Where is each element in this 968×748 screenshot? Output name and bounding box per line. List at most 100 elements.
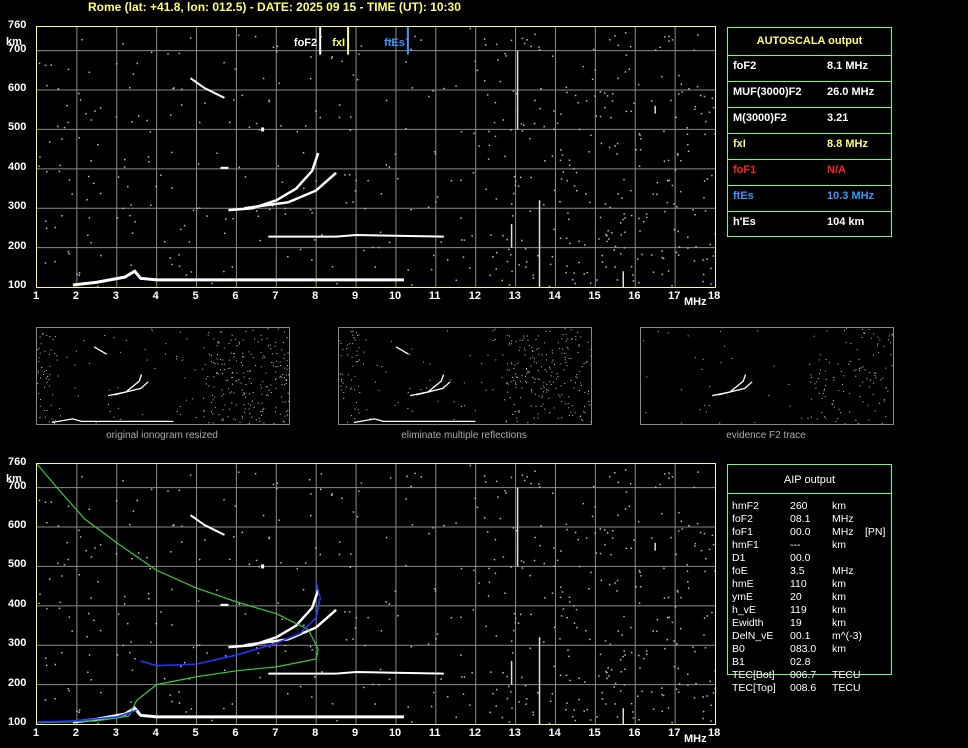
thumbnail-noise-dot (223, 363, 225, 365)
aip-param-value: 006.7 (790, 669, 817, 681)
noise-dot (625, 110, 627, 113)
thumbnail-noise-dot (560, 401, 562, 403)
noise-dot (122, 207, 125, 210)
noise-dot (639, 586, 642, 588)
noise-dot (44, 64, 47, 67)
noise-dot (571, 716, 574, 718)
noise-dot (630, 702, 633, 705)
noise-dot (650, 254, 653, 256)
noise-dot (614, 703, 616, 705)
thumbnail-noise-dot (875, 377, 877, 379)
noise-dot (623, 650, 625, 652)
noise-dot (584, 681, 586, 683)
autoscala-row: fxI 8.8 MHz (728, 133, 891, 160)
f2-multiple-trace (189, 77, 225, 99)
noise-dot (348, 611, 351, 613)
thumbnail-noise-dot (824, 370, 826, 372)
noise-dot (677, 230, 680, 233)
thumbnail-noise-dot (719, 331, 721, 333)
noise-dot (410, 208, 412, 211)
thumbnail-noise-dot (877, 336, 879, 338)
noise-dot (259, 239, 261, 242)
thumbnail-noise-dot (492, 330, 494, 332)
noise-dot (628, 505, 631, 507)
thumbnail-noise-dot (584, 391, 586, 393)
thumbnail-noise-dot (109, 410, 111, 412)
y-tick-label: 200 (8, 239, 27, 252)
noise-dot (566, 702, 568, 704)
thumbnail-noise-dot (38, 392, 40, 394)
aip-param-value: 260 (790, 500, 808, 512)
thumbnail-noise-dot (285, 383, 287, 385)
noise-dot (623, 213, 625, 215)
noise-dot (552, 492, 554, 494)
thumbnail-noise-dot (506, 335, 508, 337)
noise-dot (622, 218, 624, 221)
thumbnail-noise-dot (527, 422, 529, 424)
echo-spot (220, 166, 229, 169)
thumbnail-noise-dot (286, 368, 288, 370)
noise-dot (561, 154, 564, 156)
noise-dot (262, 77, 265, 80)
noise-dot (590, 571, 592, 574)
noise-dot (652, 193, 654, 195)
noise-dot (661, 710, 664, 713)
aip-param-name: hmE (732, 578, 754, 590)
thumbnail-noise-dot (825, 417, 827, 419)
thumbnail-noise-dot (423, 361, 425, 363)
noise-dot (278, 519, 280, 521)
noise-dot (556, 559, 559, 562)
noise-dot (44, 699, 47, 701)
noise-dot (485, 625, 487, 628)
noise-dot (46, 521, 48, 524)
noise-dot (492, 692, 494, 695)
thumbnail-noise-dot (570, 379, 572, 381)
noise-dot (623, 247, 626, 249)
thumbnail-noise-dot (247, 370, 249, 372)
noise-dot (663, 130, 665, 133)
noise-dot (697, 34, 699, 36)
thumbnail-noise-dot (260, 351, 262, 353)
noise-dot (638, 654, 640, 657)
thumbnail-noise-dot (872, 354, 874, 356)
thumbnail-noise-dot (838, 389, 840, 391)
noise-dot (262, 514, 265, 517)
thumbnail-noise-dot (493, 340, 495, 342)
noise-dot (668, 472, 670, 475)
noise-dot (411, 524, 414, 526)
noise-dot (469, 267, 471, 269)
noise-dot (577, 538, 580, 541)
noise-dot (494, 101, 497, 104)
thumbnail-noise-dot (57, 375, 59, 377)
thumbnail-noise-dot (354, 408, 356, 410)
noise-dot (178, 265, 181, 267)
thumbnail-noise-dot (757, 330, 759, 332)
thumbnail-noise-dot (542, 391, 544, 393)
aip-param-name: ymE (732, 591, 753, 603)
noise-dot (676, 206, 678, 208)
noise-dot (607, 229, 609, 232)
noise-dot (430, 705, 433, 708)
noise-dot (356, 515, 359, 518)
noise-dot (170, 551, 172, 553)
thumbnail-noise-dot (262, 410, 264, 412)
noise-dot (526, 476, 528, 478)
noise-dot (198, 644, 201, 646)
noise-dot (130, 264, 132, 266)
noise-dot (257, 652, 260, 654)
thumbnail-noise-dot (104, 335, 106, 337)
thumbnail-noise-dot (151, 330, 153, 332)
noise-dot (389, 477, 392, 479)
thumbnail-noise-dot (44, 386, 46, 388)
thumbnail-noise-dot (889, 335, 891, 337)
thumbnail-noise-dot (883, 399, 885, 401)
thumbnail-noise-dot (687, 335, 689, 337)
thumbnail-noise-dot (813, 335, 815, 337)
noise-dot (663, 567, 665, 570)
thumbnail-noise-dot (342, 349, 344, 351)
noise-dot (654, 486, 657, 488)
thumbnail-noise-dot (883, 400, 885, 402)
thumbnail-noise-dot (645, 412, 647, 414)
noise-dot (435, 201, 437, 203)
noise-dot (591, 515, 594, 518)
